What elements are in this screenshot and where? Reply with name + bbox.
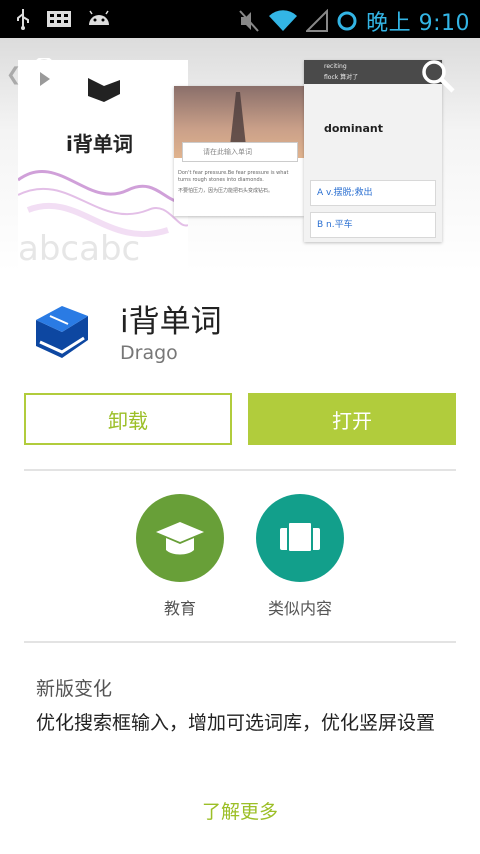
uninstall-button[interactable]: 卸载 — [24, 393, 232, 445]
screenshot-1-title: i背单词 — [66, 132, 133, 156]
app-book-icon — [36, 306, 88, 358]
education-badge[interactable] — [136, 494, 224, 582]
app-header: abcabc i背单词 请在此输入单词 Don't fear pressure.… — [0, 38, 480, 272]
whats-new-body: 优化搜索框输入，增加可选词库，优化竖屏设置 — [36, 712, 436, 734]
cards-icon — [280, 521, 320, 553]
open-button[interactable]: 打开 — [248, 393, 456, 445]
screenshot-3-option-a: A v.摆脱;救出 — [310, 180, 436, 206]
screenshot-3-option-b-text: B n.平车 — [317, 220, 353, 230]
app-title: i背单词 — [120, 304, 222, 340]
graduation-cap-icon — [156, 522, 204, 555]
whats-new-title: 新版变化 — [36, 678, 113, 700]
back-chevron-icon[interactable]: ❮ — [6, 64, 21, 85]
keyboard-icon — [47, 11, 71, 27]
android-icon — [89, 10, 109, 25]
screenshot-2-search: 请在此输入单词 — [182, 142, 298, 162]
screenshot-3-top-line-2: flock 算对了 — [324, 74, 359, 81]
similar-badge[interactable] — [256, 494, 344, 582]
screenshot-3-top-line-1: reciting — [324, 63, 347, 70]
play-store-icon[interactable] — [26, 58, 62, 94]
search-icon[interactable] — [420, 58, 456, 94]
screenshot-2-quote: Don't fear pressure.Be fear pressure is … — [178, 170, 300, 195]
signal-icon — [306, 9, 329, 32]
usb-icon — [17, 9, 29, 30]
screenshot-3-option-b: B n.平车 — [310, 212, 436, 238]
divider-top — [24, 469, 456, 471]
mute-icon — [239, 10, 259, 32]
screenshot-2-quote-cn: 不要怕压力，因为压力能把石头变成钻石。 — [178, 188, 274, 194]
learn-more-link[interactable]: 了解更多 — [0, 797, 480, 824]
sync-icon — [337, 11, 357, 31]
similar-label: 类似内容 — [267, 599, 332, 618]
status-time: 晚上 9:10 — [366, 11, 470, 36]
divider-bottom — [24, 641, 456, 643]
screenshot-2[interactable]: 请在此输入单词 Don't fear pressure.Be fear pres… — [174, 86, 304, 216]
screenshot-2-quote-en: Don't fear pressure.Be fear pressure is … — [178, 170, 289, 183]
screenshot-3-option-a-text: A v.摆脱;救出 — [317, 188, 373, 198]
status-bar: 晚上 9:10 — [0, 0, 480, 38]
screenshot-2-search-text: 请在此输入单词 — [203, 148, 252, 156]
svg-text:abcabc: abcabc — [18, 229, 140, 269]
education-label: 教育 — [163, 599, 196, 618]
app-developer[interactable]: Drago — [120, 342, 178, 364]
screenshot-3-word: dominant — [324, 122, 384, 135]
wifi-icon — [269, 10, 298, 32]
book-logo-icon — [88, 78, 120, 102]
